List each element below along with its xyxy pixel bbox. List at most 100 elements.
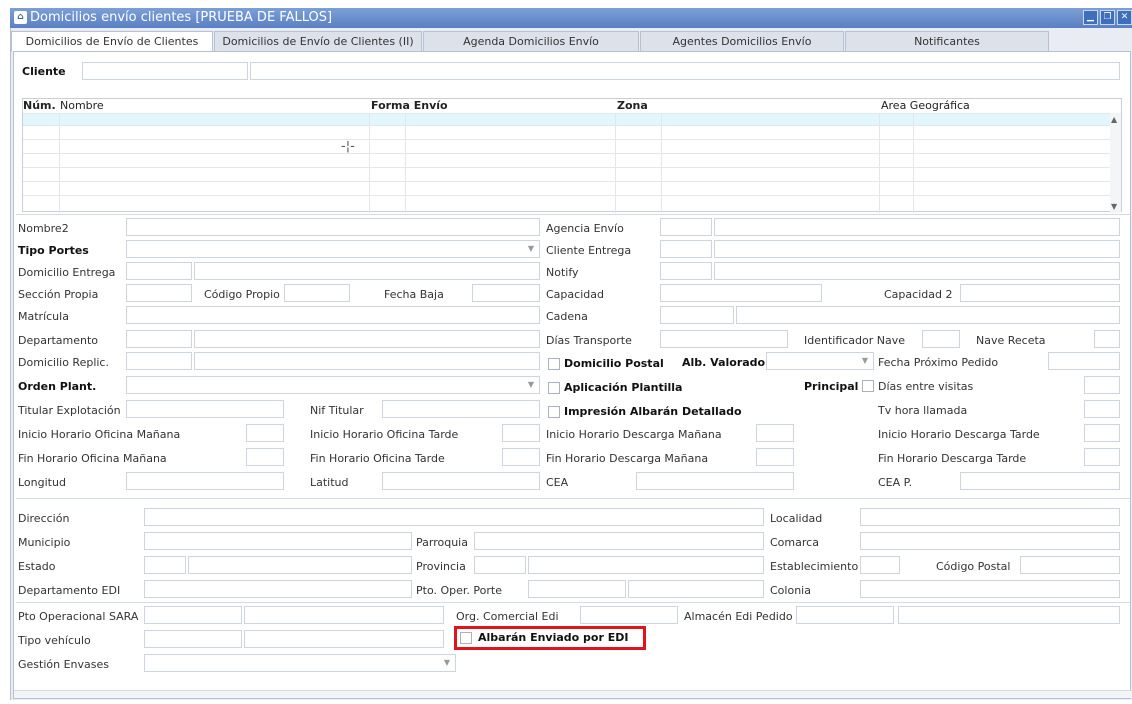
dias-entre-visitas-input[interactable] bbox=[1084, 376, 1120, 394]
provincia-input[interactable] bbox=[528, 556, 764, 574]
column-nombre[interactable]: Nombre bbox=[60, 99, 104, 113]
domicilio-replic-code-input[interactable] bbox=[126, 352, 192, 370]
codigo-postal-input[interactable] bbox=[1020, 556, 1120, 574]
seccion-propia-label: Sección Propia bbox=[18, 288, 99, 301]
tv-hora-llamada-input[interactable] bbox=[1084, 400, 1120, 418]
departamento-edi-input[interactable] bbox=[144, 580, 412, 598]
tab-notificantes[interactable]: Notificantes bbox=[845, 31, 1049, 51]
notify-input[interactable] bbox=[714, 262, 1120, 280]
provincia-code-input[interactable] bbox=[474, 556, 526, 574]
fin-desc-tarde-input[interactable] bbox=[1084, 448, 1120, 466]
codigo-propio-input[interactable] bbox=[284, 284, 350, 302]
scroll-down-icon[interactable]: ▼ bbox=[1111, 202, 1117, 211]
estado-code-input[interactable] bbox=[144, 556, 186, 574]
nave-receta-input[interactable] bbox=[1094, 330, 1120, 348]
comarca-input[interactable] bbox=[860, 532, 1120, 550]
matricula-input[interactable] bbox=[126, 306, 540, 324]
estado-input[interactable] bbox=[188, 556, 412, 574]
tab-domicilios-envio[interactable]: Domicilios de Envío de Clientes bbox=[11, 31, 213, 52]
parroquia-input[interactable] bbox=[474, 532, 764, 550]
inicio-ofi-tarde-input[interactable] bbox=[502, 424, 540, 442]
tab-domicilios-envio-ii[interactable]: Domicilios de Envío de Clientes (II) bbox=[214, 31, 422, 51]
tab-agenda-domicilios[interactable]: Agenda Domicilios Envío bbox=[423, 31, 639, 51]
nif-titular-input[interactable] bbox=[382, 400, 540, 418]
domicilio-entrega-code-input[interactable] bbox=[126, 262, 192, 280]
domicilio-postal-checkbox[interactable] bbox=[548, 358, 560, 370]
titular-explotacion-input[interactable] bbox=[126, 400, 284, 418]
fecha-baja-input[interactable] bbox=[472, 284, 540, 302]
colonia-input[interactable] bbox=[860, 580, 1120, 598]
albaran-enviado-edi-checkbox[interactable] bbox=[460, 632, 472, 644]
cadena-input[interactable] bbox=[736, 306, 1120, 324]
principal-checkbox[interactable] bbox=[862, 380, 874, 392]
agencia-envio-input[interactable] bbox=[714, 218, 1120, 236]
direccion-input[interactable] bbox=[144, 508, 764, 526]
org-comercial-edi-input[interactable] bbox=[580, 606, 678, 624]
tipo-vehiculo-code-input[interactable] bbox=[144, 630, 242, 648]
table-row[interactable] bbox=[23, 167, 1111, 179]
agencia-envio-code-input[interactable] bbox=[660, 218, 712, 236]
seccion-propia-input[interactable] bbox=[126, 284, 192, 302]
fecha-proximo-pedido-input[interactable] bbox=[1048, 352, 1120, 370]
table-row[interactable] bbox=[23, 195, 1111, 207]
restore-icon[interactable]: ❐ bbox=[1100, 10, 1115, 25]
impresion-albaran-checkbox[interactable] bbox=[548, 406, 560, 418]
cliente-name-input[interactable] bbox=[250, 62, 1120, 80]
cliente-entrega-input[interactable] bbox=[714, 240, 1120, 258]
tab-agentes-domicilios[interactable]: Agentes Domicilios Envío bbox=[640, 31, 844, 51]
main-window: Domicilios de Envío de Clientes Domicili… bbox=[10, 28, 1132, 700]
latitud-input[interactable] bbox=[382, 472, 540, 490]
column-num[interactable]: Núm. bbox=[23, 99, 56, 113]
orden-plant-select[interactable]: ▼ bbox=[126, 376, 540, 394]
cea-input[interactable] bbox=[636, 472, 794, 490]
pto-oper-porte-code-input[interactable] bbox=[528, 580, 626, 598]
fin-desc-manana-input[interactable] bbox=[756, 448, 794, 466]
pto-operacional-sara-input[interactable] bbox=[244, 606, 444, 624]
pto-oper-porte-input[interactable] bbox=[628, 580, 764, 598]
minimize-icon[interactable]: ▁ bbox=[1083, 10, 1098, 25]
inicio-desc-manana-input[interactable] bbox=[756, 424, 794, 442]
provincia-label: Provincia bbox=[416, 560, 466, 573]
capacidad2-input[interactable] bbox=[960, 284, 1120, 302]
nombre2-input[interactable] bbox=[126, 218, 540, 236]
cliente-entrega-code-input[interactable] bbox=[660, 240, 712, 258]
cadena-code-input[interactable] bbox=[660, 306, 734, 324]
departamento-input[interactable] bbox=[194, 330, 540, 348]
close-icon[interactable]: ✕ bbox=[1117, 10, 1132, 25]
domicilio-replic-input[interactable] bbox=[194, 352, 540, 370]
table-row[interactable] bbox=[23, 181, 1111, 193]
almacen-edi-pedido-input[interactable] bbox=[898, 606, 1120, 624]
longitud-input[interactable] bbox=[126, 472, 284, 490]
fin-ofi-manana-input[interactable] bbox=[246, 448, 284, 466]
establecimiento-input[interactable] bbox=[860, 556, 900, 574]
tipo-vehiculo-input[interactable] bbox=[244, 630, 444, 648]
domicilio-entrega-input[interactable] bbox=[194, 262, 540, 280]
alb-valorado-select[interactable]: ▼ bbox=[766, 352, 874, 370]
cea-p-input[interactable] bbox=[960, 472, 1120, 490]
fin-ofi-tarde-input[interactable] bbox=[502, 448, 540, 466]
gestion-envases-select[interactable]: ▼ bbox=[144, 654, 456, 672]
departamento-code-input[interactable] bbox=[126, 330, 192, 348]
dias-transporte-input[interactable] bbox=[660, 330, 788, 348]
scroll-up-icon[interactable]: ▲ bbox=[1111, 115, 1117, 124]
identificador-nave-input[interactable] bbox=[922, 330, 960, 348]
column-area-geografica[interactable]: Area Geográfica bbox=[881, 99, 970, 113]
pto-operacional-sara-code-input[interactable] bbox=[144, 606, 242, 624]
grid-scrollbar[interactable]: ▲ ▼ bbox=[1110, 113, 1121, 213]
capacidad-input[interactable] bbox=[660, 284, 822, 302]
column-zona[interactable]: Zona bbox=[617, 99, 648, 113]
inicio-desc-tarde-input[interactable] bbox=[1084, 424, 1120, 442]
cliente-code-input[interactable] bbox=[82, 62, 248, 80]
aplicacion-plantilla-checkbox[interactable] bbox=[548, 382, 560, 394]
column-forma-envio[interactable]: Forma Envío bbox=[371, 99, 448, 113]
inicio-ofi-manana-input[interactable] bbox=[246, 424, 284, 442]
tipo-portes-select[interactable]: ▼ bbox=[126, 240, 540, 258]
localidad-input[interactable] bbox=[860, 508, 1120, 526]
municipio-input[interactable] bbox=[144, 532, 412, 550]
almacen-edi-pedido-code-input[interactable] bbox=[796, 606, 894, 624]
table-row[interactable] bbox=[23, 153, 1111, 165]
table-row[interactable] bbox=[23, 139, 1111, 151]
table-row[interactable] bbox=[23, 113, 1111, 125]
notify-code-input[interactable] bbox=[660, 262, 712, 280]
table-row[interactable] bbox=[23, 125, 1111, 137]
